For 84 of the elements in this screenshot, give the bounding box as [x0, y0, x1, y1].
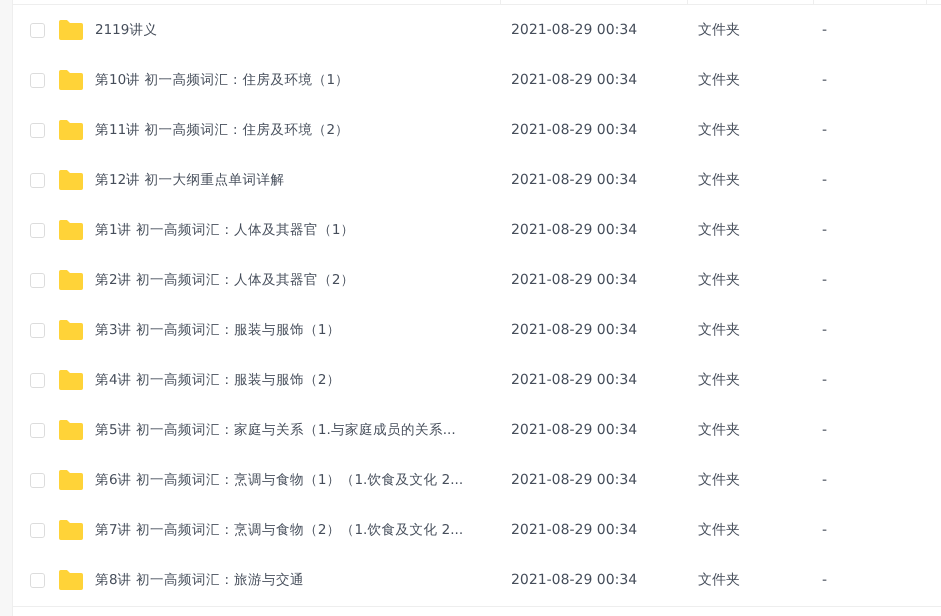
checkbox[interactable] — [30, 322, 45, 338]
file-size: - — [822, 522, 828, 538]
checkbox[interactable] — [30, 172, 45, 188]
folder-icon — [58, 270, 84, 290]
file-name[interactable]: 第3讲 初一高频词汇：服装与服饰（1） — [95, 321, 340, 339]
file-size: - — [822, 272, 828, 288]
modified-date: 2021-08-29 00:34 — [511, 372, 638, 388]
file-type: 文件夹 — [698, 322, 740, 338]
folder-icon — [58, 170, 84, 190]
modified-date: 2021-08-29 00:34 — [511, 172, 638, 188]
file-type: 文件夹 — [698, 372, 740, 388]
modified-date: 2021-08-29 00:34 — [511, 472, 638, 488]
checkbox[interactable] — [30, 372, 45, 388]
file-type: 文件夹 — [698, 222, 740, 238]
modified-date: 2021-08-29 00:34 — [511, 322, 638, 338]
file-row[interactable]: 第11讲 初一高频词汇：住房及环境（2） 2021-08-29 00:34 文件夹 - — [13, 105, 941, 155]
file-name[interactable]: 2119讲义 — [95, 21, 158, 39]
checkbox[interactable] — [30, 522, 45, 538]
file-size: - — [822, 122, 828, 138]
checkbox[interactable] — [30, 572, 45, 588]
file-row[interactable]: 第4讲 初一高频词汇：服装与服饰（2） 2021-08-29 00:34 文件夹 - — [13, 355, 941, 405]
file-type: 文件夹 — [698, 422, 740, 438]
file-size: - — [822, 372, 828, 388]
file-name[interactable]: 第11讲 初一高频词汇：住房及环境（2） — [95, 121, 350, 139]
modified-date: 2021-08-29 00:34 — [511, 422, 638, 438]
file-row[interactable]: 2119讲义 2021-08-29 00:34 文件夹 - — [13, 5, 941, 55]
file-name[interactable]: 第2讲 初一高频词汇：人体及其器官（2） — [95, 271, 354, 289]
folder-icon — [58, 320, 84, 340]
file-name[interactable]: 第10讲 初一高频词汇：住房及环境（1） — [95, 71, 350, 89]
modified-date: 2021-08-29 00:34 — [511, 122, 638, 138]
file-type: 文件夹 — [698, 472, 740, 488]
folder-icon — [58, 370, 84, 390]
file-size: - — [822, 572, 828, 588]
modified-date: 2021-08-29 00:34 — [511, 22, 638, 38]
checkbox[interactable] — [30, 22, 45, 38]
folder-icon — [58, 120, 84, 140]
file-row[interactable]: 第5讲 初一高频词汇：家庭与关系（1.与家庭成员的关系... 2021-08-29 00:34 文件夹 - — [13, 405, 941, 455]
file-row[interactable]: 第1讲 初一高频词汇：人体及其器官（1） 2021-08-29 00:34 文件夹 - — [13, 205, 941, 255]
file-type: 文件夹 — [698, 572, 740, 588]
file-type: 文件夹 — [698, 172, 740, 188]
checkbox[interactable] — [30, 422, 45, 438]
file-name[interactable]: 第6讲 初一高频词汇：烹调与食物（1）（1.饮食及文化 2... — [95, 471, 464, 489]
modified-date: 2021-08-29 00:34 — [511, 272, 638, 288]
checkbox[interactable] — [30, 272, 45, 288]
checkbox[interactable] — [30, 72, 45, 88]
folder-icon — [58, 20, 84, 40]
file-type: 文件夹 — [698, 122, 740, 138]
file-size: - — [822, 222, 828, 238]
file-size: - — [822, 322, 828, 338]
folder-icon — [58, 520, 84, 540]
file-row[interactable]: 第8讲 初一高频词汇：旅游与交通 2021-08-29 00:34 文件夹 - — [13, 555, 941, 605]
modified-date: 2021-08-29 00:34 — [511, 222, 638, 238]
file-name[interactable]: 第4讲 初一高频词汇：服装与服饰（2） — [95, 371, 340, 389]
file-name[interactable]: 第1讲 初一高频词汇：人体及其器官（1） — [95, 221, 354, 239]
checkbox[interactable] — [30, 472, 45, 488]
file-row[interactable]: 第10讲 初一高频词汇：住房及环境（1） 2021-08-29 00:34 文件夹 - — [13, 55, 941, 105]
file-row[interactable]: 第3讲 初一高频词汇：服装与服饰（1） 2021-08-29 00:34 文件夹 - — [13, 305, 941, 355]
file-size: - — [822, 22, 828, 38]
file-name[interactable]: 第8讲 初一高频词汇：旅游与交通 — [95, 571, 304, 589]
folder-icon — [58, 70, 84, 90]
file-name[interactable]: 第5讲 初一高频词汇：家庭与关系（1.与家庭成员的关系... — [95, 421, 456, 439]
checkbox[interactable] — [30, 122, 45, 138]
file-size: - — [822, 472, 828, 488]
file-type: 文件夹 — [698, 522, 740, 538]
file-size: - — [822, 422, 828, 438]
folder-icon — [58, 570, 84, 590]
folder-icon — [58, 220, 84, 240]
modified-date: 2021-08-29 00:34 — [511, 72, 638, 88]
folder-icon — [58, 420, 84, 440]
file-row[interactable]: 第7讲 初一高频词汇：烹调与食物（2）（1.饮食及文化 2... 2021-08-29 00:34 文件夹 - — [13, 505, 941, 555]
modified-date: 2021-08-29 00:34 — [511, 572, 638, 588]
file-row[interactable]: 第12讲 初一大纲重点单词详解 2021-08-29 00:34 文件夹 - — [13, 155, 941, 205]
file-name[interactable]: 第12讲 初一大纲重点单词详解 — [95, 171, 284, 189]
folder-icon — [58, 470, 84, 490]
modified-date: 2021-08-29 00:34 — [511, 522, 638, 538]
file-name[interactable]: 第7讲 初一高频词汇：烹调与食物（2）（1.饮食及文化 2... — [95, 521, 464, 539]
checkbox[interactable] — [30, 222, 45, 238]
file-row[interactable]: 第2讲 初一高频词汇：人体及其器官（2） 2021-08-29 00:34 文件夹 - — [13, 255, 941, 305]
file-type: 文件夹 — [698, 272, 740, 288]
file-size: - — [822, 72, 828, 88]
file-size: - — [822, 172, 828, 188]
file-type: 文件夹 — [698, 72, 740, 88]
file-type: 文件夹 — [698, 22, 740, 38]
file-row[interactable]: 第6讲 初一高频词汇：烹调与食物（1）（1.饮食及文化 2... 2021-08-29 00:34 文件夹 - — [13, 455, 941, 505]
